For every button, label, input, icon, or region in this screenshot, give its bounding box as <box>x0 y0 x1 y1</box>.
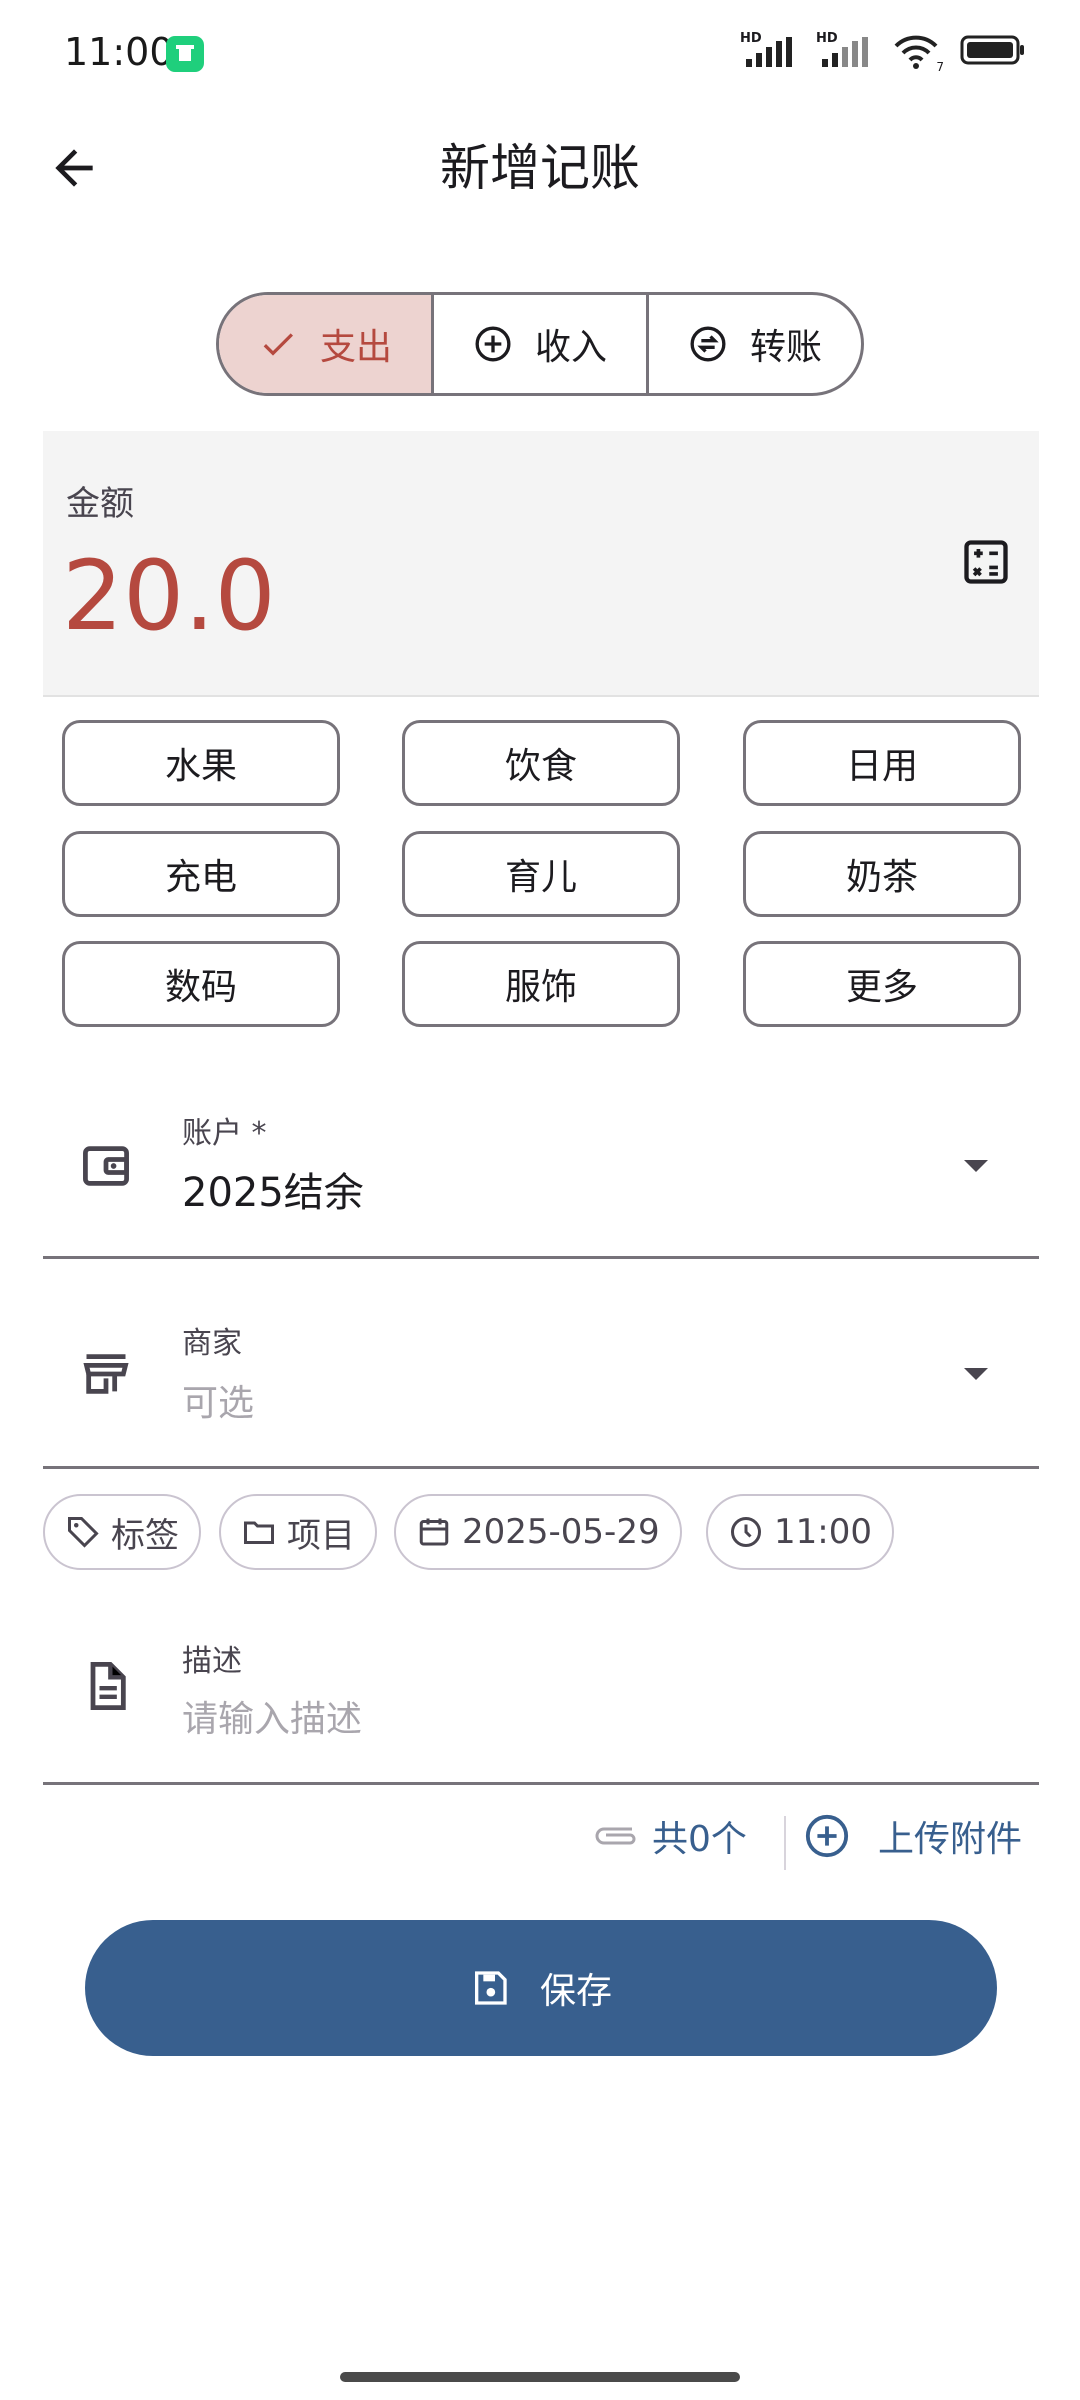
status-time: 11:00 <box>64 30 174 74</box>
upload-attachment-button[interactable]: 上传附件 <box>804 1810 1022 1862</box>
account-dropdown-icon[interactable] <box>962 1158 990 1174</box>
hd-label: HD <box>740 31 762 46</box>
attachment-divider <box>784 1816 786 1870</box>
tab-transfer-label: 转账 <box>749 327 822 368</box>
description-input[interactable]: 请输入描述 <box>182 1690 362 1742</box>
category-chip[interactable]: 水果 <box>62 720 340 806</box>
category-chip[interactable]: 日用 <box>743 720 1021 806</box>
date-label: 2025-05-29 <box>462 1512 660 1552</box>
app-notification-icon <box>166 36 204 72</box>
save-icon <box>474 1971 507 2005</box>
category-chip[interactable]: 饮食 <box>402 720 680 806</box>
merchant-dropdown-icon[interactable] <box>962 1366 990 1382</box>
battery-icon <box>960 34 1026 70</box>
tab-transfer[interactable]: 转账 <box>649 295 861 393</box>
wallet-icon <box>80 1140 132 1192</box>
save-label: 保存 <box>539 1971 612 2012</box>
time-pill[interactable]: 11:00 <box>706 1494 894 1570</box>
store-icon <box>80 1348 132 1400</box>
home-indicator[interactable] <box>340 2372 740 2382</box>
divider <box>43 1256 1039 1259</box>
folder-icon <box>244 1521 274 1544</box>
project-label: 项目 <box>287 1515 355 1556</box>
add-circle-icon <box>805 1814 849 1858</box>
tab-income-label: 收入 <box>534 327 607 368</box>
check-icon <box>263 333 293 356</box>
signal-icon-2: HD <box>816 31 872 69</box>
calculator-button[interactable] <box>960 536 1012 588</box>
signal-icon: HD <box>740 31 796 69</box>
tab-expense[interactable]: 支出 <box>219 295 434 393</box>
paperclip-icon <box>595 1827 636 1845</box>
amount-label: 金额 <box>66 484 134 524</box>
hd-label-2: HD <box>816 31 838 46</box>
swap-circle-icon <box>690 326 726 362</box>
clock-icon <box>731 1517 761 1547</box>
category-chip[interactable]: 数码 <box>62 941 340 1027</box>
time-label: 11:00 <box>774 1512 872 1552</box>
project-pill[interactable]: 项目 <box>219 1494 377 1570</box>
tab-expense-label: 支出 <box>319 327 392 368</box>
date-pill[interactable]: 2025-05-29 <box>394 1494 682 1570</box>
transaction-type-selector: 支出 收入 转账 <box>216 292 864 396</box>
tag-pill[interactable]: 标签 <box>43 1494 201 1570</box>
category-chip[interactable]: 奶茶 <box>743 831 1021 917</box>
category-chip[interactable]: 充电 <box>62 831 340 917</box>
category-chip[interactable]: 服饰 <box>402 941 680 1027</box>
upload-attachment-label: 上传附件 <box>878 1819 1023 1860</box>
tag-label: 标签 <box>111 1515 179 1556</box>
attachment-count-label: 共0个 <box>652 1819 747 1860</box>
divider <box>43 1466 1039 1469</box>
wifi-label: 7 <box>936 60 944 74</box>
status-icons: HD HD 7 <box>740 31 1026 74</box>
save-button[interactable]: 保存 <box>85 1920 997 2056</box>
calculator-icon <box>964 540 1008 584</box>
tag-icon <box>68 1517 99 1548</box>
divider <box>43 1782 1039 1785</box>
account-label: 账户 * <box>182 1116 267 1151</box>
more-categories-chip[interactable]: 更多 <box>743 941 1021 1027</box>
document-icon <box>80 1660 132 1712</box>
merchant-input[interactable]: 可选 <box>182 1374 254 1426</box>
tab-income[interactable]: 收入 <box>434 295 649 393</box>
wifi-icon: 7 <box>892 34 944 74</box>
calendar-icon <box>419 1518 449 1546</box>
page-title: 新增记账 <box>440 139 640 197</box>
plus-circle-icon <box>475 326 511 362</box>
amount-value[interactable]: 20.0 <box>62 540 276 652</box>
attachment-count[interactable]: 共0个 <box>592 1810 747 1862</box>
merchant-label: 商家 <box>182 1326 242 1361</box>
category-chip[interactable]: 育儿 <box>402 831 680 917</box>
description-label: 描述 <box>182 1644 242 1679</box>
account-value[interactable]: 2025结余 <box>182 1160 364 1218</box>
